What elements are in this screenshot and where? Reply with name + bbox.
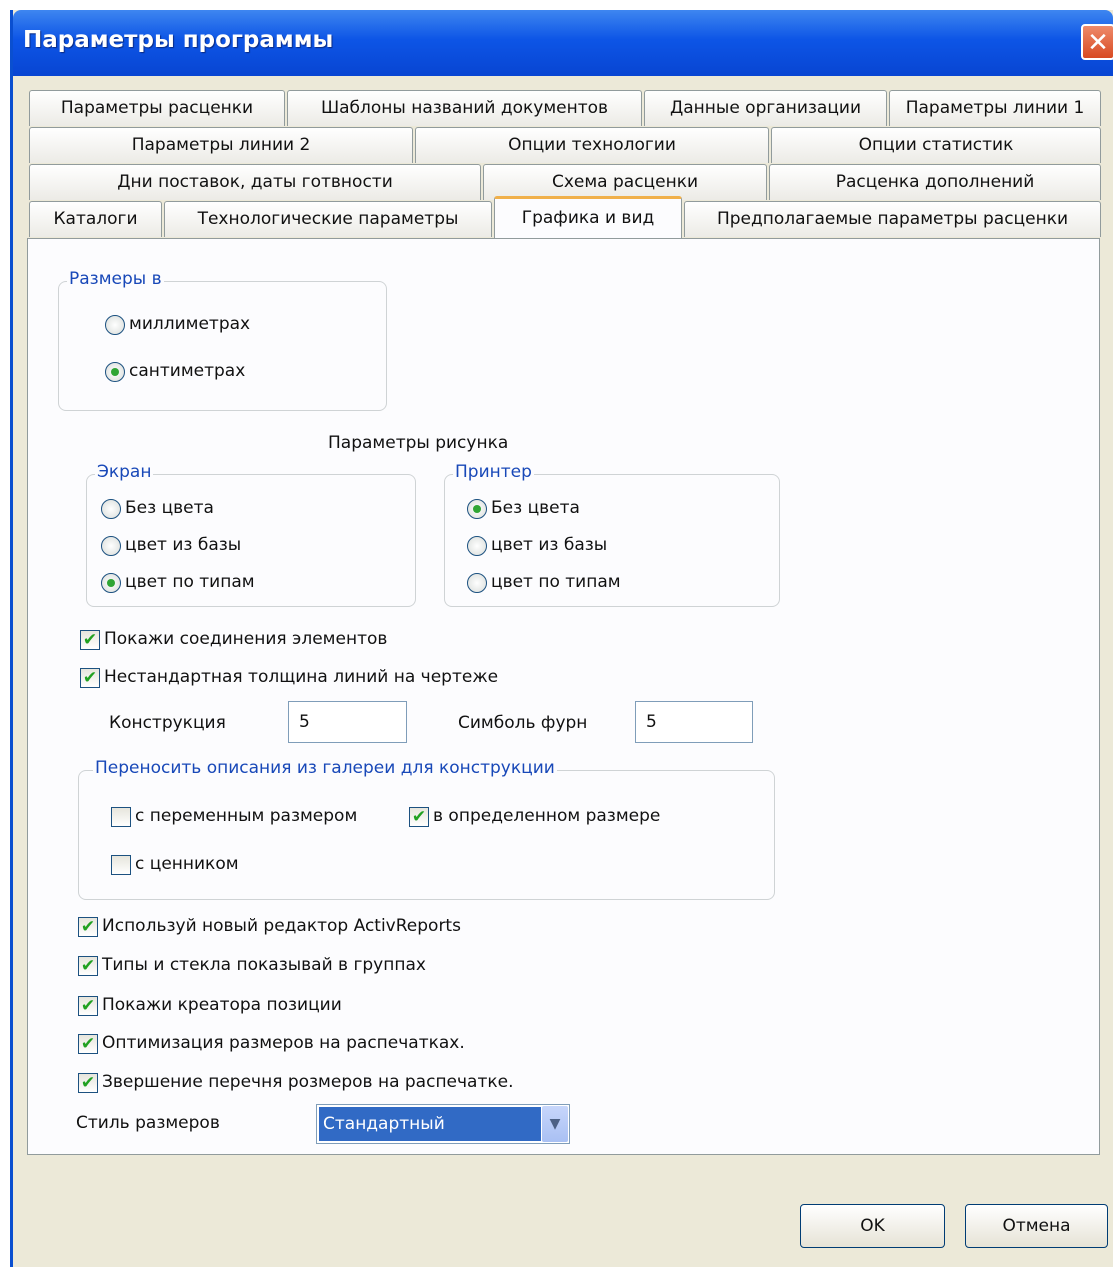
screen-group: Экран Без цвета цвет из базы цвет по тип… xyxy=(86,462,416,607)
variable-size-checkbox[interactable] xyxy=(111,807,131,827)
printer-group: Принтер Без цвета цвет из базы цвет по т… xyxy=(444,462,780,607)
tab-line2-params[interactable]: Параметры линии 2 xyxy=(29,127,413,163)
types-in-groups-checkbox[interactable]: ✔ xyxy=(78,956,98,976)
screen-legend: Экран xyxy=(95,462,154,482)
new-editor-label: Используй новый редактор ActivReports xyxy=(102,916,461,936)
symbol-input[interactable]: 5 xyxy=(635,701,753,743)
radio-printer-no-color[interactable] xyxy=(467,499,487,519)
print-size-optimization-label: Оптимизация размеров на распечатках. xyxy=(102,1033,465,1053)
close-icon[interactable]: ✕ xyxy=(1081,24,1113,60)
radio-printer-type-color-label: цвет по типам xyxy=(491,572,621,592)
tab-panel-graphics: Размеры в миллиметрах сантиметрах Параме… xyxy=(27,238,1100,1155)
radio-printer-type-color[interactable] xyxy=(467,573,487,593)
sizes-legend: Размеры в xyxy=(67,269,164,289)
tab-pricing-params[interactable]: Параметры расценки xyxy=(29,90,285,126)
radio-printer-db-color[interactable] xyxy=(467,536,487,556)
tab-pricing-scheme[interactable]: Схема расценки xyxy=(483,164,767,200)
radio-screen-no-color[interactable] xyxy=(101,499,121,519)
custom-line-width-label: Нестандартная толщина линий на чертеже xyxy=(104,667,499,687)
printer-legend: Принтер xyxy=(453,462,534,482)
construction-label: Конструкция xyxy=(109,713,226,733)
radio-millimeters-label: миллиметрах xyxy=(129,314,251,334)
dim-style-select[interactable]: Стандартный ▼ xyxy=(316,1104,570,1144)
fixed-size-label: в определенном размере xyxy=(433,806,661,826)
dim-style-value: Стандартный xyxy=(319,1107,541,1141)
dim-style-label: Стиль размеров xyxy=(76,1113,220,1133)
show-connections-label: Покажи соединения элементов xyxy=(104,629,388,649)
radio-centimeters-label: сантиметрах xyxy=(129,361,246,381)
radio-screen-db-color-label: цвет из базы xyxy=(125,535,242,555)
tab-addon-pricing[interactable]: Расценка дополнений xyxy=(769,164,1101,200)
fixed-size-checkbox[interactable]: ✔ xyxy=(409,807,429,827)
tab-tech-params[interactable]: Технологические параметры xyxy=(164,201,492,237)
radio-screen-type-color-label: цвет по типам xyxy=(125,572,255,592)
radio-centimeters[interactable] xyxy=(105,362,125,382)
print-size-list-label: Звершение перечня розмеров на распечатке… xyxy=(102,1072,514,1092)
ok-button[interactable]: OK xyxy=(800,1204,945,1248)
new-editor-checkbox[interactable]: ✔ xyxy=(78,917,98,937)
radio-screen-type-color[interactable] xyxy=(101,573,121,593)
with-price-label: с ценником xyxy=(135,854,239,874)
tab-delivery-days[interactable]: Дни поставок, даты готвности xyxy=(29,164,481,200)
with-price-checkbox[interactable] xyxy=(111,855,131,875)
title-bar[interactable]: Параметры программы ✕ xyxy=(13,10,1113,76)
radio-printer-no-color-label: Без цвета xyxy=(491,498,580,518)
tab-technology-options[interactable]: Опции технологии xyxy=(415,127,769,163)
radio-millimeters[interactable] xyxy=(105,315,125,335)
tab-catalogs[interactable]: Каталоги xyxy=(29,201,162,237)
dialog-window: Параметры программы ✕ Параметры расценки… xyxy=(10,10,1113,1267)
radio-screen-no-color-label: Без цвета xyxy=(125,498,214,518)
tab-organization-data[interactable]: Данные организации xyxy=(644,90,887,126)
gallery-group: Переносить описания из галереи для конст… xyxy=(78,758,775,900)
tab-document-name-templates[interactable]: Шаблоны названий документов xyxy=(287,90,642,126)
window-title: Параметры программы xyxy=(23,27,334,53)
chevron-down-icon[interactable]: ▼ xyxy=(542,1106,568,1142)
tab-statistics-options[interactable]: Опции статистик xyxy=(771,127,1101,163)
types-in-groups-label: Типы и стекла показывай в группах xyxy=(102,955,426,975)
gallery-legend: Переносить описания из галереи для конст… xyxy=(93,758,557,778)
sizes-group: Размеры в миллиметрах сантиметрах xyxy=(58,269,387,411)
radio-screen-db-color[interactable] xyxy=(101,536,121,556)
variable-size-label: с переменным размером xyxy=(135,806,358,826)
custom-line-width-checkbox[interactable]: ✔ xyxy=(80,668,100,688)
radio-printer-db-color-label: цвет из базы xyxy=(491,535,608,555)
position-creator-label: Покажи креатора позиции xyxy=(102,995,342,1015)
position-creator-checkbox[interactable]: ✔ xyxy=(78,996,98,1016)
show-connections-checkbox[interactable]: ✔ xyxy=(80,630,100,650)
print-size-optimization-checkbox[interactable]: ✔ xyxy=(78,1034,98,1054)
drawing-params-heading: Параметры рисунка xyxy=(328,433,509,453)
print-size-list-checkbox[interactable]: ✔ xyxy=(78,1073,98,1093)
symbol-label: Симболь фурн xyxy=(458,713,588,733)
construction-input[interactable]: 5 xyxy=(288,701,407,743)
tab-graphics-view[interactable]: Графика и вид xyxy=(494,196,682,238)
cancel-button[interactable]: Отмена xyxy=(965,1204,1108,1248)
tab-estimated-pricing-params[interactable]: Предполагаемые параметры расценки xyxy=(684,201,1101,237)
tab-line1-params[interactable]: Параметры линии 1 xyxy=(889,90,1101,126)
